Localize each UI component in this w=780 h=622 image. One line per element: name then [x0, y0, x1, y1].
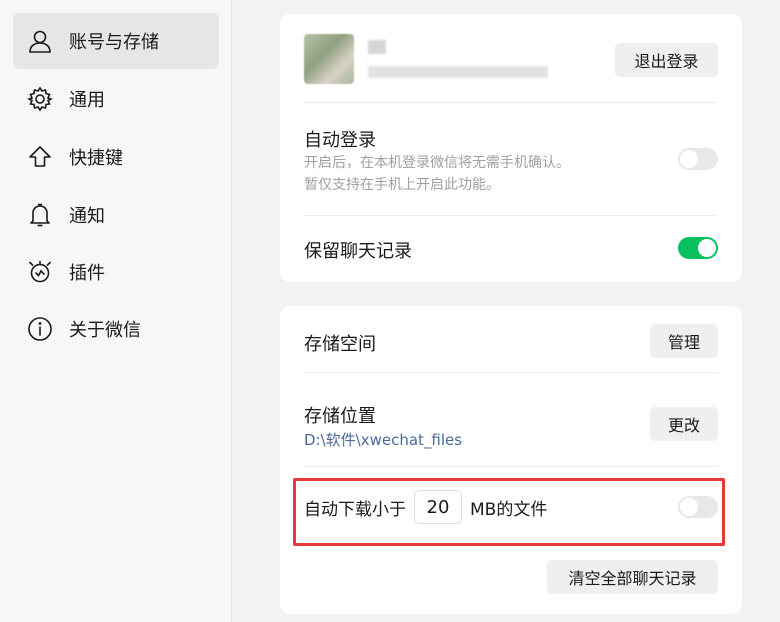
- divider: [304, 102, 718, 103]
- bell-icon: [25, 200, 55, 230]
- sidebar-item-shortcuts[interactable]: 快捷键: [13, 129, 219, 185]
- logout-button[interactable]: 退出登录: [615, 43, 718, 77]
- keep-history-title: 保留聊天记录: [304, 241, 412, 262]
- auto-download-prefix: 自动下载小于: [304, 499, 406, 520]
- settings-main-panel: 退出登录 自动登录 开启后，在本机登录微信将无需手机确认。 暂仅支持在手机上开启…: [232, 0, 780, 622]
- auto-login-desc-line1: 开启后，在本机登录微信将无需手机确认。: [304, 155, 570, 171]
- account-card: 退出登录 自动登录 开启后，在本机登录微信将无需手机确认。 暂仅支持在手机上开启…: [280, 14, 742, 282]
- info-icon: [25, 314, 55, 344]
- auto-login-toggle[interactable]: [678, 148, 718, 170]
- shortcut-arrow-icon: [25, 142, 55, 172]
- blurred-user-id: [368, 66, 548, 78]
- settings-sidebar: 账号与存储 通用 快捷键 通知 插件 关于微信: [0, 0, 232, 622]
- sidebar-item-plugins[interactable]: 插件: [13, 244, 219, 300]
- blurred-username: [368, 40, 386, 54]
- sidebar-item-label: 快捷键: [69, 148, 123, 169]
- sidebar-item-label: 通用: [69, 90, 105, 111]
- toggle-knob: [680, 150, 698, 168]
- change-location-button[interactable]: 更改: [650, 407, 718, 441]
- storage-space-title: 存储空间: [304, 334, 376, 355]
- sidebar-item-label: 账号与存储: [69, 32, 159, 53]
- storage-location-path[interactable]: D:\软件\xwechat_files: [304, 429, 462, 450]
- storage-card: 存储空间 管理 存储位置 D:\软件\xwechat_files 更改 清空全部…: [280, 306, 742, 614]
- manage-storage-button[interactable]: 管理: [650, 324, 718, 358]
- clear-all-history-button[interactable]: 清空全部聊天记录: [547, 560, 718, 594]
- auto-login-desc-line2: 暂仅支持在手机上开启此功能。: [304, 177, 500, 193]
- auto-download-suffix: MB的文件: [470, 499, 548, 520]
- sidebar-item-notifications[interactable]: 通知: [13, 187, 219, 243]
- sidebar-item-about[interactable]: 关于微信: [13, 301, 219, 357]
- user-icon: [25, 26, 55, 56]
- toggle-knob: [680, 498, 698, 516]
- auto-login-title: 自动登录: [304, 130, 376, 151]
- divider: [304, 372, 718, 373]
- storage-location-title: 存储位置: [304, 406, 376, 427]
- divider: [304, 544, 718, 545]
- sidebar-item-account-storage[interactable]: 账号与存储: [13, 13, 219, 69]
- plugin-icon: [25, 257, 55, 287]
- toggle-knob: [698, 239, 716, 257]
- divider: [304, 466, 718, 467]
- auto-download-size-input[interactable]: [414, 490, 462, 524]
- auto-download-row: 自动下载小于 MB的文件: [304, 490, 547, 524]
- gear-icon: [25, 84, 55, 114]
- sidebar-item-label: 通知: [69, 206, 105, 227]
- divider: [304, 215, 718, 216]
- avatar: [304, 34, 354, 84]
- sidebar-item-general[interactable]: 通用: [13, 71, 219, 127]
- auto-download-toggle[interactable]: [678, 496, 718, 518]
- sidebar-item-label: 插件: [69, 263, 105, 284]
- keep-history-toggle[interactable]: [678, 237, 718, 259]
- sidebar-item-label: 关于微信: [69, 320, 141, 341]
